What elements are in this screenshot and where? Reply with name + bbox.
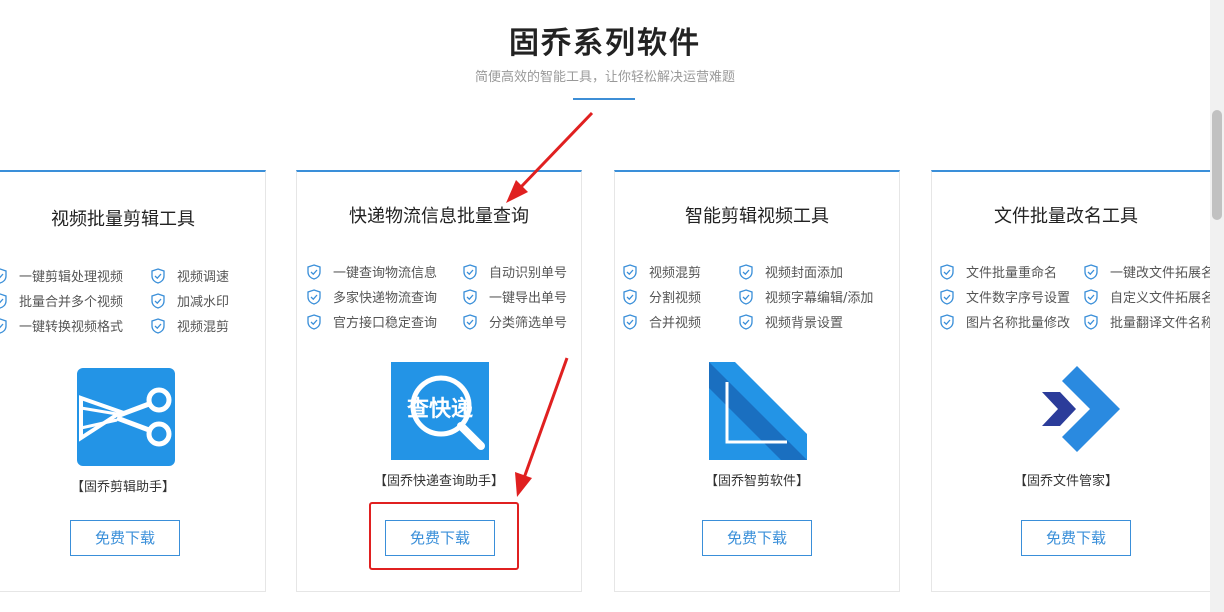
feature-item: 分割视频 xyxy=(623,289,701,309)
express-search-icon: 查快递 xyxy=(391,362,489,460)
card-title: 文件批量改名工具 xyxy=(994,206,1138,227)
shield-check-icon xyxy=(739,314,753,330)
shield-check-icon xyxy=(1084,264,1098,280)
feature-item: 多家快递物流查询 xyxy=(307,289,437,309)
feature-item: 一键改文件拓展名 xyxy=(1084,264,1214,284)
shield-check-icon xyxy=(623,289,637,305)
shield-check-icon xyxy=(739,264,753,280)
smart-clip-icon xyxy=(709,362,807,460)
feature-item: 文件批量重命名 xyxy=(940,264,1057,284)
feature-item: 一键转换视频格式 xyxy=(0,318,123,338)
feature-item: 自动识别单号 xyxy=(463,264,567,284)
shield-check-icon xyxy=(151,318,165,334)
shield-check-icon xyxy=(151,293,165,309)
shield-check-icon xyxy=(307,289,321,305)
card-title: 视频批量剪辑工具 xyxy=(51,209,195,230)
feature-item: 批量合并多个视频 xyxy=(0,293,123,313)
feature-item: 一键导出单号 xyxy=(463,289,567,309)
shield-check-icon xyxy=(0,268,7,284)
page-title: 固乔系列软件 xyxy=(509,26,701,61)
product-name: 【固乔快递查询助手】 xyxy=(373,474,504,489)
feature-item: 一键查询物流信息 xyxy=(307,264,437,284)
feature-item: 视频混剪 xyxy=(151,318,229,338)
card-title: 智能剪辑视频工具 xyxy=(685,206,829,227)
feature-item: 图片名称批量修改 xyxy=(940,314,1070,334)
shield-check-icon xyxy=(940,314,954,330)
scissors-icon xyxy=(77,368,175,466)
download-button[interactable]: 免费下载 xyxy=(70,520,180,556)
annotation-highlight-box xyxy=(369,502,519,570)
shield-check-icon xyxy=(0,293,7,309)
shield-check-icon xyxy=(940,289,954,305)
page-subtitle: 简便高效的智能工具，让你轻松解决运营难题 xyxy=(474,70,735,85)
feature-item: 自定义文件拓展名 xyxy=(1084,289,1214,309)
shield-check-icon xyxy=(0,318,7,334)
scrollbar-thumb[interactable] xyxy=(1212,110,1222,220)
shield-check-icon xyxy=(1084,289,1098,305)
download-button[interactable]: 免费下载 xyxy=(1021,520,1131,556)
file-manager-icon xyxy=(1042,366,1120,452)
feature-item: 加减水印 xyxy=(151,293,229,313)
product-card-smart-clip: 智能剪辑视频工具 视频混剪 视频封面添加 分割视频 视频字幕编辑/添加 合并视频… xyxy=(614,170,900,592)
shield-check-icon xyxy=(151,268,165,284)
feature-item: 批量翻译文件名称 xyxy=(1084,314,1214,334)
svg-text:查快递: 查快递 xyxy=(407,396,473,422)
feature-item: 视频字幕编辑/添加 xyxy=(739,289,873,309)
product-card-video-batch: 视频批量剪辑工具 一键剪辑处理视频 视频调速 批量合并多个视频 加减水印 一键转… xyxy=(0,170,266,592)
feature-item: 一键剪辑处理视频 xyxy=(0,268,123,288)
feature-item: 文件数字序号设置 xyxy=(940,289,1070,309)
feature-item: 视频调速 xyxy=(151,268,229,288)
product-name: 【固乔文件管家】 xyxy=(1013,474,1118,489)
shield-check-icon xyxy=(1084,314,1098,330)
feature-item: 视频背景设置 xyxy=(739,314,843,334)
feature-item: 官方接口稳定查询 xyxy=(307,314,437,334)
download-button[interactable]: 免费下载 xyxy=(702,520,812,556)
vertical-scrollbar[interactable] xyxy=(1210,0,1224,612)
product-name: 【固乔智剪软件】 xyxy=(704,474,809,489)
card-title: 快递物流信息批量查询 xyxy=(349,206,529,227)
shield-check-icon xyxy=(307,264,321,280)
feature-item: 视频封面添加 xyxy=(739,264,843,284)
feature-item: 分类筛选单号 xyxy=(463,314,567,334)
shield-check-icon xyxy=(463,314,477,330)
shield-check-icon xyxy=(623,264,637,280)
shield-check-icon xyxy=(463,289,477,305)
title-underline xyxy=(573,98,635,100)
shield-check-icon xyxy=(940,264,954,280)
shield-check-icon xyxy=(623,314,637,330)
shield-check-icon xyxy=(739,289,753,305)
product-card-file-rename: 文件批量改名工具 文件批量重命名 一键改文件拓展名 文件数字序号设置 自定义文件… xyxy=(931,170,1224,592)
shield-check-icon xyxy=(463,264,477,280)
shield-check-icon xyxy=(307,314,321,330)
feature-item: 合并视频 xyxy=(623,314,701,334)
product-name: 【固乔剪辑助手】 xyxy=(70,480,175,495)
feature-item: 视频混剪 xyxy=(623,264,701,284)
